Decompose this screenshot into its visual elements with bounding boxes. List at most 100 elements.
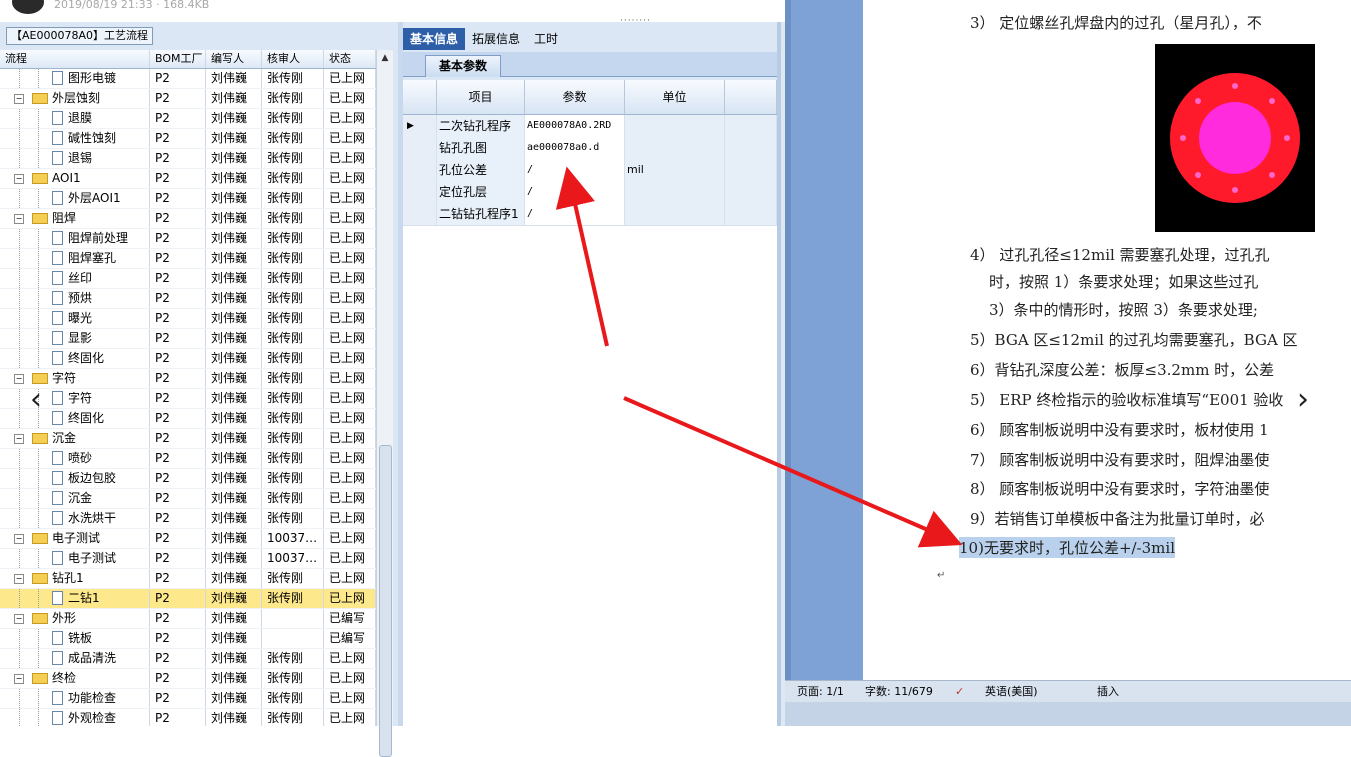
collapse-toggle-icon[interactable]: − <box>14 174 24 184</box>
row-selector[interactable]: ▶ <box>403 115 437 137</box>
table-row[interactable]: 终固化 P2 刘伟巍 张传刚 已上网 <box>0 349 376 369</box>
tree-cell[interactable]: 板边包胶 <box>0 469 150 488</box>
col-header-reviewer[interactable]: 核审人 <box>262 50 324 68</box>
document-page[interactable]: 3） 定位螺丝孔焊盘内的过孔（星月孔），不 4） 过孔孔径≤12mil 需要塞孔处… <box>863 0 1351 680</box>
tree-cell[interactable]: − 阻焊 <box>0 209 150 228</box>
avatar[interactable] <box>12 0 44 14</box>
collapse-toggle-icon[interactable]: − <box>14 374 24 384</box>
tree-cell[interactable]: 碱性蚀刻 <box>0 129 150 148</box>
param-row[interactable]: 二钻钻孔程序1/ <box>403 203 777 226</box>
col-header-param[interactable]: 参数 <box>525 80 625 114</box>
spellcheck-icon[interactable]: ✓ <box>955 681 964 703</box>
tree-cell[interactable]: − 电子测试 <box>0 529 150 548</box>
prev-image-icon[interactable]: ‹ <box>30 382 42 417</box>
param-unit[interactable] <box>625 181 725 203</box>
table-row[interactable]: 喷砂 P2 刘伟巍 张传刚 已上网 <box>0 449 376 469</box>
param-value[interactable]: AE000078A0.2RD <box>525 115 625 137</box>
col-header-unit[interactable]: 单位 <box>625 80 725 114</box>
col-header-bom[interactable]: BOM工厂 <box>150 50 206 68</box>
table-row[interactable]: − 字符 P2 刘伟巍 张传刚 已上网 <box>0 369 376 389</box>
tree-cell[interactable]: − 字符 <box>0 369 150 388</box>
row-selector[interactable] <box>403 203 437 225</box>
tree-cell[interactable]: 曝光 <box>0 309 150 328</box>
collapse-toggle-icon[interactable]: − <box>14 434 24 444</box>
tab-basic-info[interactable]: 基本信息 <box>403 28 466 50</box>
param-unit[interactable] <box>625 137 725 159</box>
table-row[interactable]: − 外层蚀刻 P2 刘伟巍 张传刚 已上网 <box>0 89 376 109</box>
table-row[interactable]: 预烘 P2 刘伟巍 张传刚 已上网 <box>0 289 376 309</box>
status-words[interactable]: 字数: 11/679 <box>865 681 933 703</box>
tree-cell[interactable]: 沉金 <box>0 489 150 508</box>
col-header-status[interactable]: 状态 <box>324 50 376 68</box>
tree-cell[interactable]: 外层AOI1 <box>0 189 150 208</box>
table-row[interactable]: 沉金 P2 刘伟巍 张传刚 已上网 <box>0 489 376 509</box>
table-row[interactable]: − 钻孔1 P2 刘伟巍 张传刚 已上网 <box>0 569 376 589</box>
tree-cell[interactable]: 图形电镀 <box>0 69 150 88</box>
status-insert-mode[interactable]: 插入 <box>1097 681 1119 703</box>
tree-cell[interactable]: 喷砂 <box>0 449 150 468</box>
tree-cell[interactable]: − AOI1 <box>0 169 150 188</box>
table-row[interactable]: 水洗烘干 P2 刘伟巍 张传刚 已上网 <box>0 509 376 529</box>
status-language[interactable]: 英语(美国) <box>985 681 1038 703</box>
table-row[interactable]: − 阻焊 P2 刘伟巍 张传刚 已上网 <box>0 209 376 229</box>
col-header-item[interactable]: 项目 <box>437 80 525 114</box>
param-unit[interactable] <box>625 115 725 137</box>
table-row[interactable]: 铣板 P2 刘伟巍 已编写 <box>0 629 376 649</box>
table-row[interactable]: 显影 P2 刘伟巍 张传刚 已上网 <box>0 329 376 349</box>
table-row[interactable]: − 沉金 P2 刘伟巍 张传刚 已上网 <box>0 429 376 449</box>
tree-cell[interactable]: 功能检查 <box>0 689 150 708</box>
tree-cell[interactable]: 铣板 <box>0 629 150 648</box>
tree-cell[interactable]: 退锡 <box>0 149 150 168</box>
row-selector-header[interactable] <box>403 80 437 114</box>
col-header-process[interactable]: 流程 <box>0 50 150 68</box>
next-image-icon[interactable]: › <box>1297 382 1309 417</box>
table-row[interactable]: 终固化 P2 刘伟巍 张传刚 已上网 <box>0 409 376 429</box>
tree-cell[interactable]: 终固化 <box>0 409 150 428</box>
table-row[interactable]: 板边包胶 P2 刘伟巍 张传刚 已上网 <box>0 469 376 489</box>
tree-cell[interactable]: 水洗烘干 <box>0 509 150 528</box>
tree-cell[interactable]: 外观检查 <box>0 709 150 726</box>
table-row[interactable]: 电子测试 P2 刘伟巍 10037… 已上网 <box>0 549 376 569</box>
tree-cell[interactable]: 电子测试 <box>0 549 150 568</box>
param-row[interactable]: 定位孔层 / <box>403 181 777 204</box>
tab-work-hours[interactable]: 工时 <box>527 28 565 50</box>
collapse-toggle-icon[interactable]: − <box>14 214 24 224</box>
param-unit[interactable]: mil <box>625 159 725 181</box>
row-selector[interactable] <box>403 159 437 181</box>
table-row[interactable]: 二钻1 P2 刘伟巍 张传刚 已上网 <box>0 589 376 609</box>
param-value[interactable]: / <box>525 203 625 225</box>
vertical-scrollbar[interactable]: ▲ <box>376 50 393 757</box>
table-row[interactable]: 功能检查 P2 刘伟巍 张传刚 已上网 <box>0 689 376 709</box>
tree-cell[interactable]: − 外形 <box>0 609 150 628</box>
table-row[interactable]: − 电子测试 P2 刘伟巍 10037… 已上网 <box>0 529 376 549</box>
tree-cell[interactable]: 字符 <box>0 389 150 408</box>
table-row[interactable]: − 外形 P2 刘伟巍 已编写 <box>0 609 376 629</box>
param-row[interactable]: 钻孔孔图 ae000078a0.d <box>403 137 777 160</box>
subtab-basic-params[interactable]: 基本参数 <box>425 55 502 77</box>
tree-cell[interactable]: 终固化 <box>0 349 150 368</box>
param-value[interactable]: ae000078a0.d <box>525 137 625 159</box>
table-row[interactable]: 阻焊塞孔 P2 刘伟巍 张传刚 已上网 <box>0 249 376 269</box>
param-unit[interactable] <box>625 203 725 225</box>
table-row[interactable]: 字符 P2 刘伟巍 张传刚 已上网 <box>0 389 376 409</box>
table-row[interactable]: 阻焊前处理 P2 刘伟巍 张传刚 已上网 <box>0 229 376 249</box>
collapse-toggle-icon[interactable]: − <box>14 534 24 544</box>
tree-cell[interactable]: 退膜 <box>0 109 150 128</box>
tree-cell[interactable]: − 沉金 <box>0 429 150 448</box>
table-row[interactable]: 图形电镀 P2 刘伟巍 张传刚 已上网 <box>0 69 376 89</box>
tree-cell[interactable]: − 终检 <box>0 669 150 688</box>
collapse-toggle-icon[interactable]: − <box>14 614 24 624</box>
table-row[interactable]: 碱性蚀刻 P2 刘伟巍 张传刚 已上网 <box>0 129 376 149</box>
table-row[interactable]: 曝光 P2 刘伟巍 张传刚 已上网 <box>0 309 376 329</box>
tree-cell[interactable]: 预烘 <box>0 289 150 308</box>
table-row[interactable]: 外层AOI1 P2 刘伟巍 张传刚 已上网 <box>0 189 376 209</box>
table-row[interactable]: 退膜 P2 刘伟巍 张传刚 已上网 <box>0 109 376 129</box>
row-selector[interactable] <box>403 181 437 203</box>
row-selector[interactable] <box>403 137 437 159</box>
param-row[interactable]: ▶ 二次钻孔程序 AE000078A0.2RD <box>403 115 777 138</box>
table-row[interactable]: 丝印 P2 刘伟巍 张传刚 已上网 <box>0 269 376 289</box>
collapse-toggle-icon[interactable]: − <box>14 674 24 684</box>
tree-cell[interactable]: 阻焊前处理 <box>0 229 150 248</box>
table-row[interactable]: − 终检 P2 刘伟巍 张传刚 已上网 <box>0 669 376 689</box>
scroll-up-icon[interactable]: ▲ <box>380 53 390 63</box>
